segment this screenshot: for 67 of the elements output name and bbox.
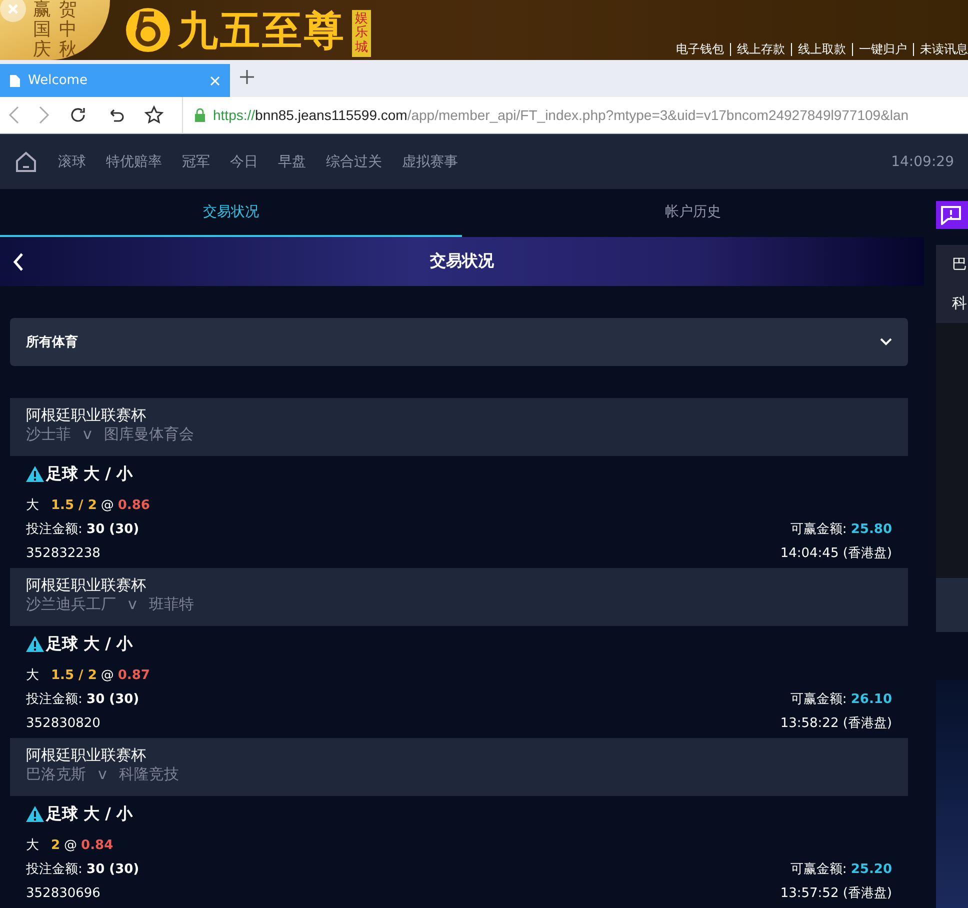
alert-icon bbox=[940, 205, 962, 225]
promo-text: 贺中秋 bbox=[59, 0, 77, 60]
banner-link[interactable]: 一键归户 bbox=[852, 43, 907, 56]
clock-time: 14:09:29 bbox=[891, 154, 954, 170]
lock-icon bbox=[193, 108, 207, 122]
potential-win-text: 可赢金额: 26.10 bbox=[790, 691, 892, 708]
ticket-number: 352830820 bbox=[26, 716, 100, 730]
nav-link[interactable]: 今日 bbox=[230, 152, 258, 170]
league-name: 阿根廷职业联赛杯 bbox=[26, 576, 146, 595]
logo-icon bbox=[124, 6, 172, 54]
bet-time: 13:57:52 (香港盘) bbox=[780, 885, 892, 902]
league-name: 阿根廷职业联赛杯 bbox=[26, 746, 146, 765]
bet-time: 13:58:22 (香港盘) bbox=[780, 715, 892, 732]
nav-link[interactable]: 特优赔率 bbox=[106, 152, 162, 170]
warning-icon bbox=[26, 466, 44, 482]
side-text: 科 bbox=[952, 294, 968, 313]
market-title: 足球 大 / 小 bbox=[46, 804, 133, 824]
versus-text: v bbox=[98, 765, 107, 784]
team-name: 班菲特 bbox=[148, 595, 194, 614]
banner-link[interactable]: 未读讯息 bbox=[913, 43, 968, 56]
stake-text: 投注金额: 30 (30) bbox=[26, 861, 140, 878]
sport-dropdown[interactable]: 所有体育 bbox=[10, 318, 908, 366]
bet-selection: 大 2 @ 0.84 bbox=[26, 836, 114, 854]
bet-time: 14:04:45 (香港盘) bbox=[780, 545, 892, 562]
warning-icon bbox=[26, 636, 44, 652]
stake-text: 投注金额: 30 (30) bbox=[26, 691, 140, 708]
promo-text: 赢国庆 bbox=[33, 0, 51, 60]
potential-win-text: 可赢金额: 25.20 bbox=[790, 861, 892, 878]
feedback-button[interactable] bbox=[936, 201, 968, 229]
nav-link[interactable]: 冠军 bbox=[182, 152, 210, 170]
page-icon bbox=[10, 74, 20, 86]
bet-selection: 大 1.5 / 2 @ 0.86 bbox=[26, 496, 151, 514]
nav-link[interactable]: 滚球 bbox=[58, 152, 86, 170]
team-name: 图库曼体育会 bbox=[104, 425, 194, 444]
tab[interactable]: 帐户历史 bbox=[462, 189, 924, 237]
star-icon[interactable] bbox=[144, 105, 164, 125]
page-title: 交易状况 bbox=[430, 251, 494, 272]
versus-text: v bbox=[128, 595, 137, 614]
team-name: 沙兰迪兵工厂 bbox=[26, 595, 116, 614]
logo-text: 九五至尊 bbox=[178, 6, 346, 56]
banner-link[interactable]: 线上取款 bbox=[791, 43, 846, 56]
side-text: 巴 bbox=[952, 255, 968, 274]
home-icon[interactable] bbox=[14, 150, 38, 174]
bet-selection: 大 1.5 / 2 @ 0.87 bbox=[26, 666, 151, 684]
warning-icon bbox=[26, 806, 44, 822]
ticket-number: 352830696 bbox=[26, 886, 100, 900]
stake-text: 投注金额: 30 (30) bbox=[26, 521, 140, 538]
logo-badge: 娱乐城 bbox=[352, 10, 371, 57]
nav-link[interactable]: 早盘 bbox=[278, 152, 306, 170]
chevron-down-icon bbox=[880, 338, 892, 346]
market-title: 足球 大 / 小 bbox=[46, 634, 133, 654]
potential-win-text: 可赢金额: 25.80 bbox=[790, 521, 892, 538]
versus-text: v bbox=[83, 425, 92, 444]
close-icon[interactable] bbox=[210, 76, 220, 86]
new-tab-icon[interactable] bbox=[240, 70, 254, 84]
team-name: 科隆竞技 bbox=[118, 765, 179, 784]
team-name: 沙士菲 bbox=[26, 425, 71, 444]
tab-title: Welcome bbox=[28, 73, 88, 88]
league-name: 阿根廷职业联赛杯 bbox=[26, 406, 146, 425]
banner-link[interactable]: 线上存款 bbox=[730, 43, 785, 56]
banner-link[interactable]: 电子钱包 bbox=[676, 43, 724, 56]
nav-link[interactable]: 综合过关 bbox=[326, 152, 382, 170]
reload-icon[interactable] bbox=[68, 105, 88, 125]
team-name: 巴洛克斯 bbox=[26, 765, 86, 784]
nav-link[interactable]: 虚拟赛事 bbox=[402, 152, 458, 170]
market-title: 足球 大 / 小 bbox=[46, 464, 133, 484]
ticket-number: 352832238 bbox=[26, 546, 100, 560]
